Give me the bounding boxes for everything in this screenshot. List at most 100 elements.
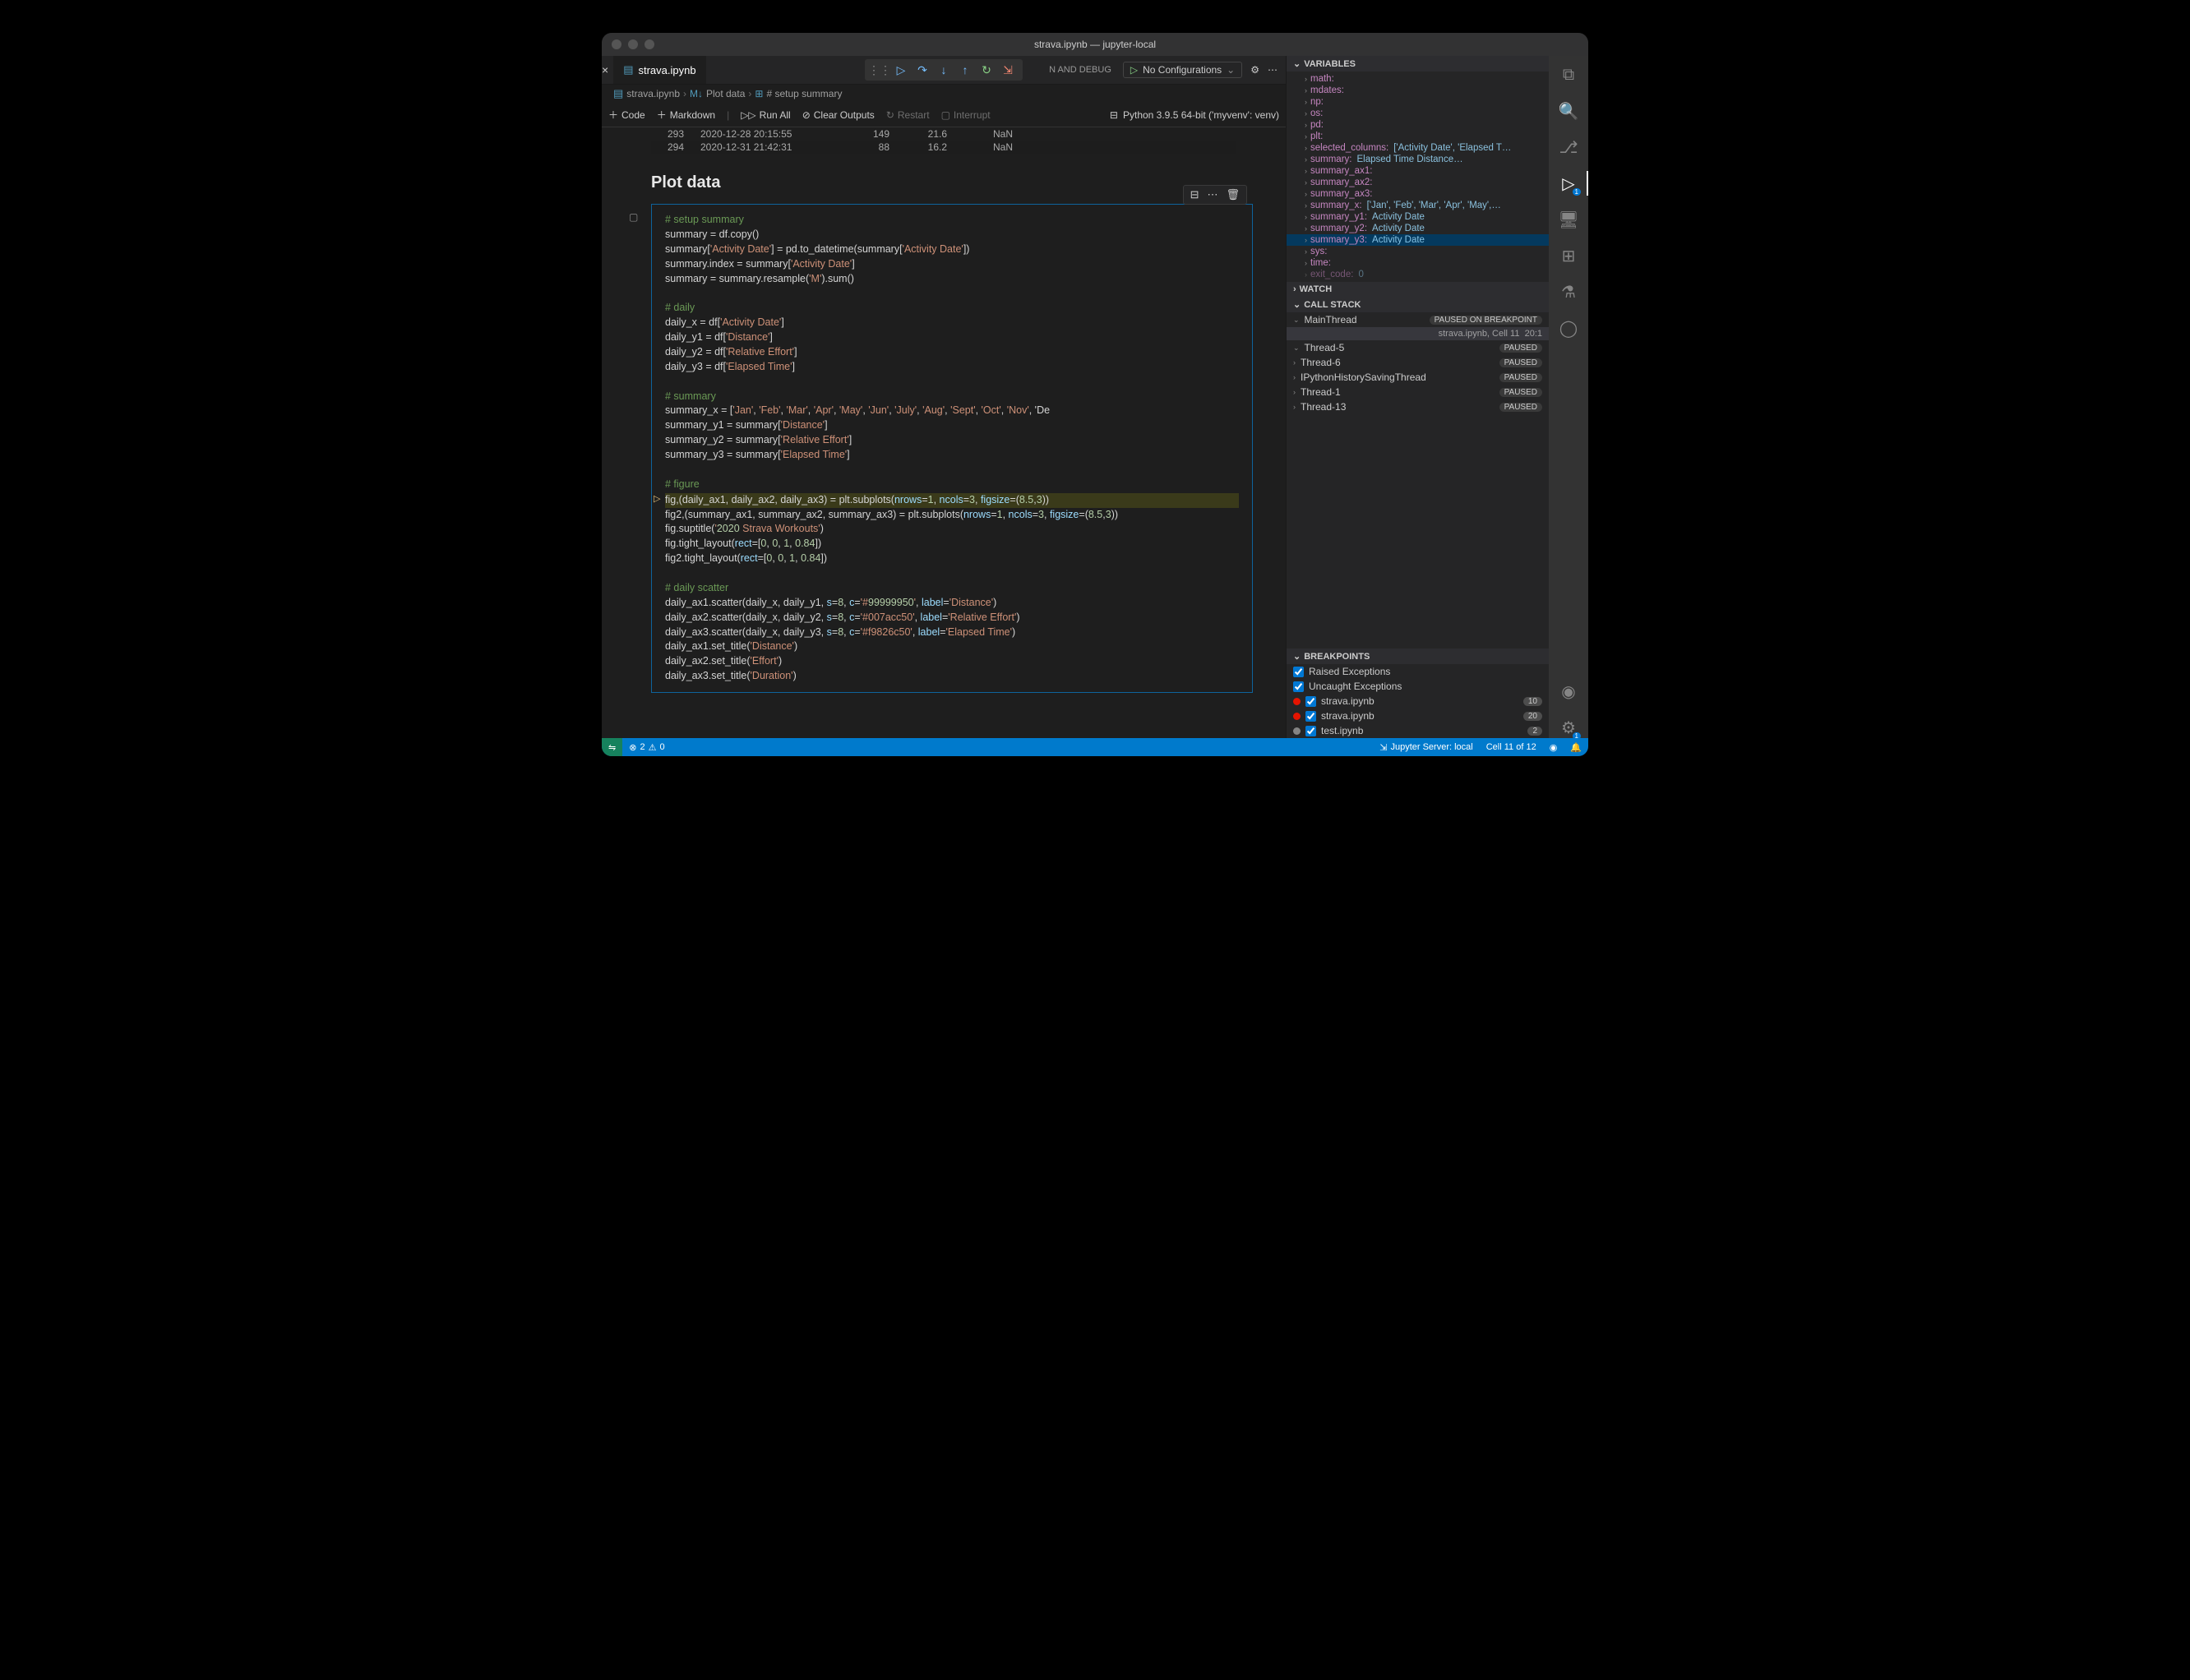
search-icon[interactable]: 🔍	[1558, 100, 1579, 122]
drag-handle-icon[interactable]: ⋮⋮	[870, 61, 889, 79]
traffic-lights[interactable]	[612, 39, 654, 49]
gear-icon[interactable]: ⚙	[1250, 64, 1259, 76]
breakpoint-item[interactable]: Raised Exceptions	[1287, 664, 1549, 679]
run-all-button[interactable]: ▷▷ Run All	[741, 109, 791, 121]
step-out-icon[interactable]: ↑	[955, 61, 975, 79]
breakpoint-item[interactable]: strava.ipynb20	[1287, 708, 1549, 723]
more-icon[interactable]: ⋯	[1268, 64, 1278, 76]
run-debug-icon[interactable]: ▷1	[1558, 173, 1579, 194]
breakpoint-checkbox[interactable]	[1305, 696, 1316, 707]
step-into-icon[interactable]: ↓	[934, 61, 954, 79]
breakpoint-item[interactable]: Uncaught Exceptions	[1287, 679, 1549, 694]
notebook-toolbar: ＋ Code ＋ Markdown | ▷▷ Run All ⊘ Clear O…	[602, 103, 1286, 127]
remote-explorer-icon[interactable]: 🖥	[1558, 209, 1579, 230]
kernel-picker[interactable]: ⊟ Python 3.9.5 64-bit ('myvenv': venv)	[1110, 109, 1279, 121]
more-icon[interactable]: ⋯	[1207, 188, 1217, 201]
remote-indicator[interactable]: ⇋	[602, 738, 622, 756]
variable-item[interactable]: ›pd:	[1287, 119, 1549, 131]
cell-collapse-icon[interactable]: ▢	[629, 211, 638, 223]
variable-item[interactable]: ›sys:	[1287, 246, 1549, 257]
variable-item[interactable]: ›summary_y2:Activity Date	[1287, 223, 1549, 234]
status-bar: ⇋ ⊗ 2 ⚠ 0 ⇲ Jupyter Server: local Cell 1…	[602, 738, 1588, 756]
output-row: 2932020-12-28 20:15:5514921.6NaN	[651, 127, 1236, 141]
close-tab-icon[interactable]: ×	[602, 63, 608, 76]
breakpoint-checkbox[interactable]	[1305, 711, 1316, 722]
tab-bar: × ▤ strava.ipynb ⋮⋮ ▷ ↷ ↓ ↑ ↻ ⇲ N AND DE…	[602, 56, 1286, 85]
breakpoint-checkbox[interactable]	[1305, 726, 1316, 736]
variable-item[interactable]: ›summary_ax3:	[1287, 188, 1549, 200]
variable-item[interactable]: ›exit_code:0	[1287, 269, 1549, 280]
variable-item[interactable]: ›summary: Elapsed Time Distance…	[1287, 154, 1549, 165]
variable-item[interactable]: ›selected_columns:['Activity Date', 'Ela…	[1287, 142, 1549, 154]
thread-item[interactable]: ›IPythonHistorySavingThreadPAUSED	[1287, 370, 1549, 385]
step-over-icon[interactable]: ↷	[912, 61, 932, 79]
variable-item[interactable]: ›np:	[1287, 96, 1549, 108]
variable-item[interactable]: ›summary_ax1:	[1287, 165, 1549, 177]
delete-cell-icon[interactable]: 🗑	[1226, 188, 1240, 201]
variable-item[interactable]: ›summary_ax2:	[1287, 177, 1549, 188]
watch-header[interactable]: › WATCH	[1287, 282, 1549, 297]
debug-sidebar: ⌄ VARIABLES ›math:›mdates:›np:›os:›pd:›p…	[1286, 56, 1549, 738]
add-code-button[interactable]: ＋ Code	[608, 108, 645, 122]
jupyter-status[interactable]: ⇲ Jupyter Server: local	[1373, 742, 1479, 753]
code-content[interactable]: # setup summarysummary = df.copy()summar…	[652, 205, 1252, 692]
variable-item[interactable]: ›summary_y3:Activity Date	[1287, 234, 1549, 246]
breakpoint-checkbox[interactable]	[1293, 681, 1304, 692]
split-cell-icon[interactable]: ⊟	[1190, 188, 1199, 201]
thread-main[interactable]: ⌄MainThreadPAUSED ON BREAKPOINT	[1287, 312, 1549, 327]
add-markdown-button[interactable]: ＋ Markdown	[657, 108, 715, 122]
variable-item[interactable]: ›os:	[1287, 108, 1549, 119]
cell-toolbar: ⊟ ⋯ 🗑	[1183, 185, 1247, 205]
stack-frame[interactable]: strava.ipynb, Cell 11 20:1	[1287, 327, 1549, 340]
testing-icon[interactable]: ⚗	[1558, 281, 1579, 302]
variable-item[interactable]: ›plt:	[1287, 131, 1549, 142]
debug-config-dropdown[interactable]: ▷ No Configurations ⌄	[1123, 62, 1242, 78]
debug-toolbar: ⋮⋮ ▷ ↷ ↓ ↑ ↻ ⇲	[865, 59, 1023, 81]
notifications-icon[interactable]: 🔔	[1564, 742, 1588, 753]
variable-item[interactable]: ›math:	[1287, 73, 1549, 85]
variables-header[interactable]: ⌄ VARIABLES	[1287, 56, 1549, 72]
breakpoint-item[interactable]: test.ipynb2	[1287, 723, 1549, 738]
breakpoint-checkbox[interactable]	[1293, 667, 1304, 677]
python-icon: ⊞	[755, 88, 763, 99]
breadcrumb[interactable]: ▤ strava.ipynb › M↓ Plot data › ⊞ # setu…	[602, 85, 1286, 103]
code-cell[interactable]: ▢ ⊟ ⋯ 🗑 # setup summarysummary = df.copy…	[651, 204, 1253, 693]
clear-outputs-button[interactable]: ⊘ Clear Outputs	[802, 109, 875, 121]
restart-button[interactable]: ↻ Restart	[886, 109, 930, 121]
accounts-icon[interactable]: ◉	[1558, 681, 1579, 702]
thread-item[interactable]: ⌄Thread-5PAUSED	[1287, 340, 1549, 355]
variable-item[interactable]: ›summary_x:['Jan', 'Feb', 'Mar', 'Apr', …	[1287, 200, 1549, 211]
server-icon: ⊟	[1110, 109, 1118, 121]
titlebar: strava.ipynb — jupyter-local	[602, 33, 1588, 56]
tab-strava[interactable]: ▤ strava.ipynb	[613, 56, 705, 84]
variable-item[interactable]: ›summary_y1:Activity Date	[1287, 211, 1549, 223]
notebook-icon: ▤	[623, 63, 633, 76]
disconnect-icon[interactable]: ⇲	[998, 61, 1018, 79]
variable-item[interactable]: ›time:	[1287, 257, 1549, 269]
bc-file: strava.ipynb	[626, 88, 680, 99]
tab-label: strava.ipynb	[638, 64, 695, 76]
notebook-editor[interactable]: 2932020-12-28 20:15:5514921.6NaN2942020-…	[602, 127, 1286, 738]
thread-item[interactable]: ›Thread-6PAUSED	[1287, 355, 1549, 370]
breakpoints-header[interactable]: ⌄ BREAKPOINTS	[1287, 648, 1549, 664]
extensions-icon[interactable]: ⊞	[1558, 245, 1579, 266]
chevron-down-icon: ⌄	[1227, 64, 1235, 76]
markdown-icon: M↓	[690, 88, 703, 99]
settings-icon[interactable]: ⚙1	[1558, 717, 1579, 738]
github-status-icon[interactable]: ◉	[1543, 742, 1564, 753]
explorer-icon[interactable]: ⧉	[1558, 64, 1579, 85]
thread-item[interactable]: ›Thread-1PAUSED	[1287, 385, 1549, 399]
variable-item[interactable]: ›mdates:	[1287, 85, 1549, 96]
thread-item[interactable]: ›Thread-13PAUSED	[1287, 399, 1549, 414]
cell-status[interactable]: Cell 11 of 12	[1480, 742, 1543, 753]
breakpoint-item[interactable]: strava.ipynb10	[1287, 694, 1549, 708]
continue-icon[interactable]: ▷	[891, 61, 911, 79]
play-icon: ▷	[1130, 64, 1138, 76]
interrupt-button[interactable]: ▢ Interrupt	[941, 109, 991, 121]
restart-icon[interactable]: ↻	[977, 61, 996, 79]
source-control-icon[interactable]: ⎇	[1558, 136, 1579, 158]
problems-status[interactable]: ⊗ 2 ⚠ 0	[622, 742, 671, 753]
bc-cell: # setup summary	[766, 88, 842, 99]
callstack-header[interactable]: ⌄ CALL STACK	[1287, 297, 1549, 312]
github-icon[interactable]: ◯	[1558, 317, 1579, 339]
